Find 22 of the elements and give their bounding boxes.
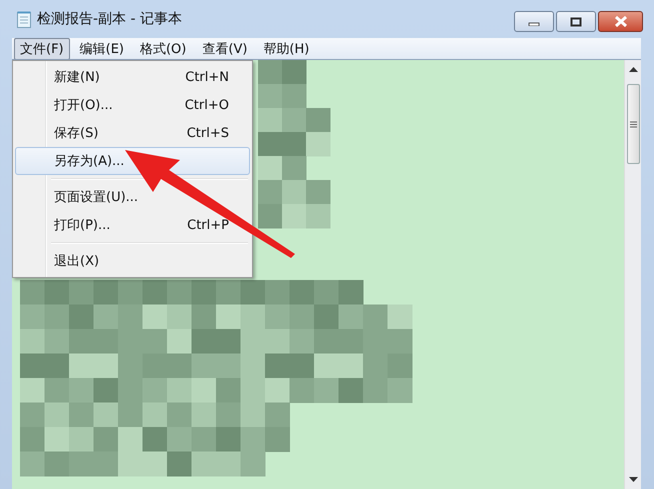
menu-item[interactable]: 页面设置(U)... <box>15 183 250 211</box>
menu-bar-item[interactable]: 帮助(H) <box>257 38 316 60</box>
menu-bar-item[interactable]: 文件(F) <box>14 38 70 60</box>
scroll-up-icon[interactable] <box>628 66 638 72</box>
minimize-button[interactable] <box>514 11 554 32</box>
window-title: 检测报告-副本 - 记事本 <box>37 10 182 28</box>
scroll-down-icon[interactable] <box>628 477 638 483</box>
menu-item[interactable]: 打印(P)... Ctrl+P <box>15 211 250 239</box>
menu-item[interactable]: 新建(N) Ctrl+N <box>15 63 250 91</box>
menu-item[interactable]: 退出(X) <box>15 247 250 275</box>
notepad-icon <box>17 10 31 28</box>
menu-bar-item[interactable]: 编辑(E) <box>74 38 130 60</box>
menu-bar-item[interactable]: 查看(V) <box>196 38 254 60</box>
scroll-thumb[interactable] <box>626 84 640 164</box>
menu-item[interactable]: 打开(O)... Ctrl+O <box>15 91 250 119</box>
close-button[interactable] <box>598 11 643 32</box>
maximize-icon <box>570 16 582 26</box>
maximize-button[interactable] <box>556 11 596 32</box>
menu-bar-item[interactable]: 格式(O) <box>134 38 192 60</box>
close-icon <box>614 16 628 27</box>
scrollbar[interactable] <box>624 60 641 489</box>
menu-item[interactable]: 保存(S) Ctrl+S <box>15 119 250 147</box>
